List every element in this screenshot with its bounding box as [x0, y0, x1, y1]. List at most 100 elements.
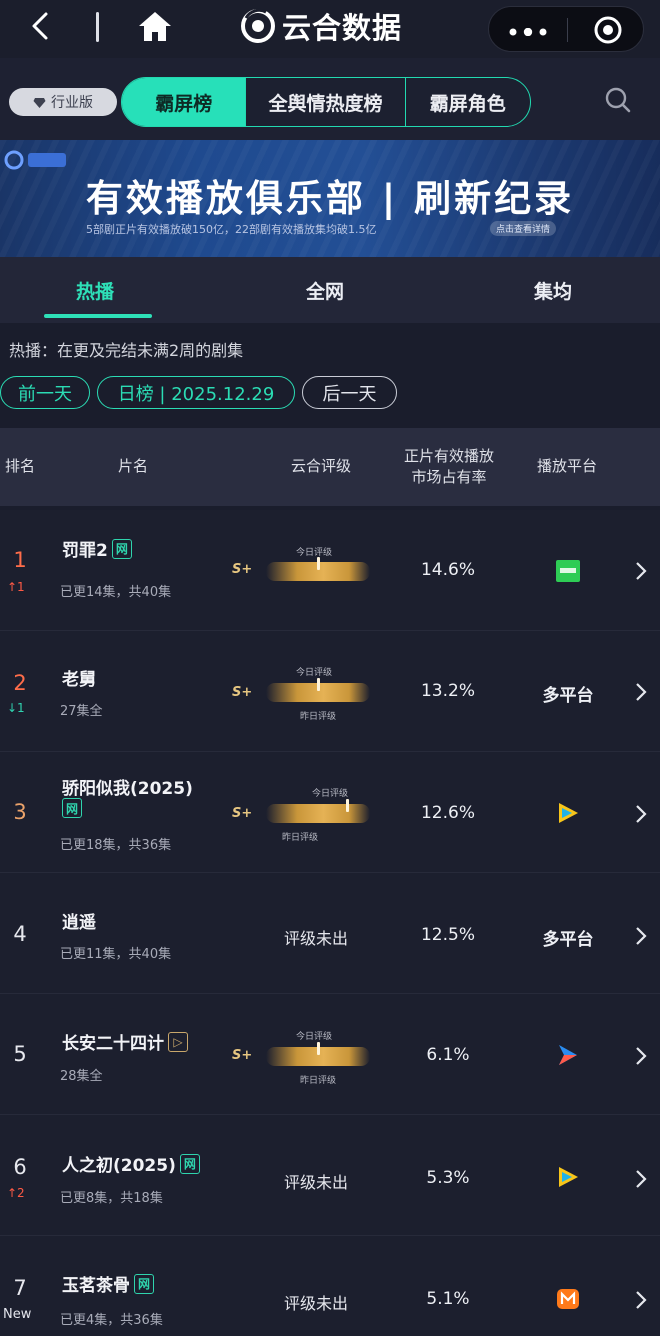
- yunhe-logo-icon: [241, 8, 275, 43]
- rank-number: 2: [13, 671, 27, 695]
- drama-title: 罚罪2 网: [62, 536, 132, 561]
- drama-title: 逍遥: [62, 908, 96, 933]
- tab-sentiment-heat-list[interactable]: 全舆情热度榜: [245, 78, 404, 126]
- chevron-right-icon[interactable]: [634, 803, 648, 825]
- drama-title: 人之初(2025) 网: [62, 1151, 200, 1176]
- youku-icon: [559, 1045, 577, 1065]
- mgtv-icon: [557, 1289, 579, 1309]
- rank-number: 7: [13, 1276, 27, 1300]
- header-platform: 播放平台: [536, 457, 597, 475]
- more-icon[interactable]: [509, 28, 547, 36]
- rating-gauge: [266, 804, 370, 823]
- rank-number: 5: [13, 1042, 27, 1066]
- back-icon[interactable]: [26, 8, 56, 44]
- drama-title: 玉茗茶骨网: [62, 1271, 154, 1296]
- date-selector[interactable]: 日榜 | 2025.12.29: [97, 376, 295, 409]
- market-share: 12.5%: [420, 925, 475, 945]
- active-tab-indicator: [44, 314, 152, 318]
- chevron-right-icon[interactable]: [634, 560, 648, 582]
- today-rating-label: 今日评级: [296, 668, 333, 678]
- today-rating-label: 今日评级: [296, 548, 333, 558]
- episode-count: 已更4集，共36集: [60, 1313, 163, 1328]
- episode-count: 已更14集，共40集: [60, 585, 172, 600]
- tab-dominance-roles[interactable]: 霸屏角色: [404, 78, 530, 126]
- table-row[interactable]: 6 ↑2 人之初(2025) 网 已更8集，共18集 评级未出 5.3%: [0, 1115, 660, 1236]
- tencent-video-icon: [559, 1167, 578, 1187]
- yesterday-rating-label: 昨日评级: [300, 1076, 337, 1086]
- tab-per-episode[interactable]: 集均: [534, 257, 572, 323]
- chevron-right-icon[interactable]: [634, 925, 648, 947]
- header-rank: 排名: [4, 457, 35, 475]
- ranking-type-tabs: 霸屏榜 全舆情热度榜 霸屏角色: [121, 77, 531, 127]
- market-share: 14.6%: [420, 560, 475, 580]
- table-header: 排名 片名 云合评级 正片有效播放 市场占有率 播放平台: [0, 428, 660, 506]
- rank-number: 4: [13, 922, 27, 946]
- today-rating-label: 今日评级: [296, 1032, 333, 1042]
- rating-pending: 评级未出: [284, 929, 349, 948]
- brand: 云合数据: [240, 6, 402, 46]
- episode-count: 27集全: [60, 704, 103, 719]
- capsule-divider: [567, 18, 568, 42]
- edition-label: 行业版: [51, 95, 93, 111]
- banner-logo: [4, 150, 66, 170]
- header-title: 片名: [117, 457, 148, 475]
- tab-all-network[interactable]: 全网: [306, 257, 344, 323]
- today-rating-marker: [346, 799, 349, 812]
- prev-day-button[interactable]: 前一天: [0, 376, 90, 409]
- today-rating-marker: [317, 678, 320, 691]
- drama-title-text: 骄阳似我(2025): [62, 779, 193, 799]
- drama-title: 长安二十四计 ▷: [62, 1029, 188, 1054]
- table-row[interactable]: 3 骄阳似我(2025) 网 已更18集，共36集 S+ 今日评级 昨日评级 1…: [0, 752, 660, 873]
- banner-logo-mark: [28, 153, 66, 167]
- episode-count: 已更8集，共18集: [60, 1191, 163, 1206]
- next-day-button[interactable]: 后一天: [302, 376, 397, 409]
- market-share: 5.1%: [426, 1289, 470, 1309]
- banner-logo-icon: [4, 150, 24, 170]
- iqiyi-green-icon: [556, 560, 580, 582]
- top-nav-bar: 云合数据: [0, 0, 660, 58]
- header-rating: 云合评级: [290, 457, 351, 475]
- miniprogram-capsule: [488, 6, 644, 52]
- drama-title-text: 逍遥: [62, 913, 96, 933]
- table-row[interactable]: 4 逍遥 已更11集，共40集 评级未出 12.5% 多平台: [0, 873, 660, 994]
- rank-change: ↑2: [7, 1186, 25, 1200]
- chevron-right-icon[interactable]: [634, 681, 648, 703]
- episode-count: 28集全: [60, 1069, 103, 1084]
- table-row[interactable]: 5 长安二十四计 ▷ 28集全 S+ 今日评级 昨日评级 6.1%: [0, 994, 660, 1115]
- today-rating-marker: [317, 1042, 320, 1055]
- header-share-line1: 正片有效播放: [403, 447, 494, 465]
- rank-number: 6: [13, 1155, 27, 1179]
- yesterday-rating-label: 昨日评级: [300, 712, 337, 722]
- market-share: 5.3%: [426, 1168, 470, 1188]
- today-rating-label: 今日评级: [312, 789, 349, 799]
- tab-dominance-list[interactable]: 霸屏榜: [122, 78, 246, 126]
- chevron-right-icon[interactable]: [634, 1045, 648, 1067]
- today-rating-marker: [317, 557, 320, 570]
- network-tag: 网: [62, 798, 82, 818]
- rating-grade: S+: [232, 562, 253, 577]
- chevron-right-icon[interactable]: [634, 1289, 648, 1311]
- banner-title: 有效播放俱乐部 | 刷新纪录: [85, 177, 575, 220]
- episode-count: 已更11集，共40集: [60, 947, 172, 962]
- home-icon[interactable]: [136, 8, 174, 44]
- market-share: 12.6%: [420, 803, 475, 823]
- network-tag: 网: [111, 538, 132, 559]
- table-row[interactable]: 1 ↑1 罚罪2 网 已更14集，共40集 S+ 今日评级 14.6%: [0, 510, 660, 631]
- chevron-right-icon[interactable]: [634, 1168, 648, 1190]
- list-description: 热播：在更及完结未满2周的剧集: [9, 341, 244, 360]
- drama-title-text: 罚罪2: [62, 541, 108, 561]
- market-share: 6.1%: [426, 1045, 470, 1065]
- network-tag-line: 网: [62, 798, 82, 818]
- rating-grade: S+: [232, 806, 253, 821]
- drama-title: 骄阳似我(2025): [62, 774, 193, 799]
- rating-pending: 评级未出: [284, 1173, 349, 1192]
- table-row[interactable]: 2 ↓1 老舅 27集全 S+ 今日评级 昨日评级 13.2% 多平台: [0, 631, 660, 752]
- banner-detail-chip[interactable]: 点击查看详情: [490, 221, 557, 236]
- market-share: 13.2%: [420, 681, 475, 701]
- table-row[interactable]: 7 New 玉茗茶骨网 已更4集，共36集 评级未出 5.1%: [0, 1236, 660, 1336]
- search-icon[interactable]: [604, 86, 632, 114]
- tencent-video-icon: [559, 803, 578, 823]
- play-tag: ▷: [168, 1031, 188, 1052]
- edition-badge[interactable]: 行业版: [9, 88, 117, 116]
- close-miniprogram-icon[interactable]: [593, 15, 623, 45]
